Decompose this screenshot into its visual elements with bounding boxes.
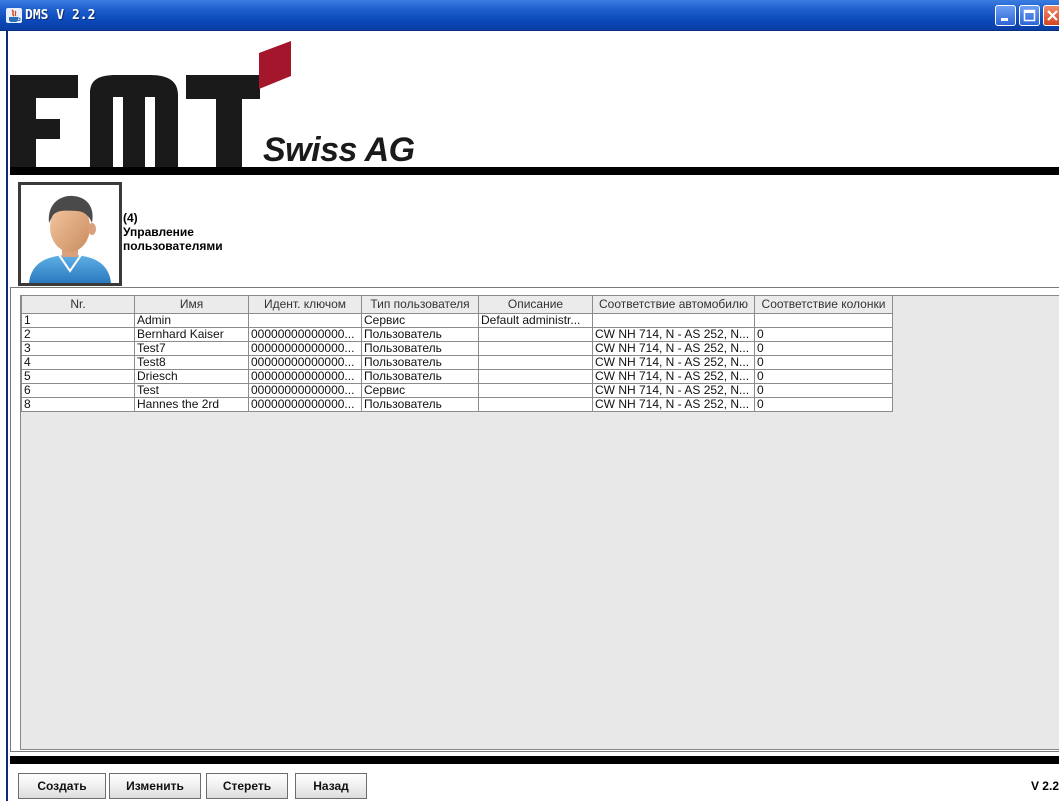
footer-divider bbox=[10, 756, 1059, 764]
column-header-nr[interactable]: Nr. bbox=[21, 296, 135, 314]
cell-user-type: Пользователь bbox=[361, 354, 479, 370]
cell-description bbox=[478, 340, 593, 356]
cell-vehicle-assignment: CW NH 714, N - AS 252, N... bbox=[592, 368, 755, 384]
cell-key-id: 00000000000000... bbox=[248, 382, 362, 398]
cell-vehicle-assignment: CW NH 714, N - AS 252, N... bbox=[592, 382, 755, 398]
cell-key-id: 00000000000000... bbox=[248, 396, 362, 412]
cell-nr: 1 bbox=[21, 312, 135, 328]
cell-vehicle-assignment: CW NH 714, N - AS 252, N... bbox=[592, 340, 755, 356]
cell-key-id bbox=[248, 312, 362, 328]
cell-description bbox=[478, 382, 593, 398]
cell-user-type: Сервис bbox=[361, 382, 479, 398]
logo-subtitle: Swiss AG bbox=[263, 131, 415, 168]
header-divider bbox=[10, 167, 1059, 175]
table-row[interactable]: 1 Admin Сервис Default administr... bbox=[21, 312, 893, 328]
table-row[interactable]: 8 Hannes the 2rd 00000000000000... Польз… bbox=[21, 396, 893, 412]
table-row[interactable]: 4 Test8 00000000000000... Пользователь C… bbox=[21, 354, 893, 370]
cell-pump-assignment: 0 bbox=[754, 396, 893, 412]
delete-button[interactable]: Стереть bbox=[206, 773, 288, 799]
cell-user-type: Пользователь bbox=[361, 368, 479, 384]
user-panel: (4) Управление пользователями bbox=[10, 175, 1059, 287]
table-row[interactable]: 5 Driesch 00000000000000... Пользователь… bbox=[21, 368, 893, 384]
footer-toolbar: Создать Изменить Стереть Назад V 2.2 bbox=[10, 764, 1059, 801]
user-avatar-icon bbox=[21, 185, 119, 283]
cell-user-type: Пользователь bbox=[361, 326, 479, 342]
module-title-line2: пользователями bbox=[123, 239, 223, 253]
cell-name: Test7 bbox=[134, 340, 249, 356]
back-button[interactable]: Назад bbox=[295, 773, 367, 799]
column-header-key-id[interactable]: Идент. ключом bbox=[248, 296, 362, 314]
cell-nr: 4 bbox=[21, 354, 135, 370]
close-icon bbox=[1047, 10, 1058, 21]
window-title: DMS V 2.2 bbox=[25, 8, 96, 23]
minimize-icon bbox=[1001, 18, 1008, 21]
cell-name: Driesch bbox=[134, 368, 249, 384]
users-table-viewport[interactable]: Nr. Имя Идент. ключом Тип пользователя О… bbox=[20, 295, 1059, 750]
cell-description bbox=[478, 396, 593, 412]
module-info: (4) Управление пользователями bbox=[123, 211, 223, 253]
table-row[interactable]: 3 Test7 00000000000000... Пользователь C… bbox=[21, 340, 893, 356]
cell-pump-assignment bbox=[754, 312, 893, 328]
avatar bbox=[18, 182, 122, 286]
table-header-row: Nr. Имя Идент. ключом Тип пользователя О… bbox=[21, 296, 893, 314]
close-button[interactable] bbox=[1043, 5, 1059, 26]
table-row[interactable]: 2 Bernhard Kaiser 00000000000000... Поль… bbox=[21, 326, 893, 342]
cell-name: Test bbox=[134, 382, 249, 398]
cell-pump-assignment: 0 bbox=[754, 340, 893, 356]
users-table-panel: Nr. Имя Идент. ключом Тип пользователя О… bbox=[10, 287, 1059, 752]
cell-nr: 5 bbox=[21, 368, 135, 384]
module-title-line1: Управление bbox=[123, 225, 194, 239]
window-titlebar[interactable]: DMS V 2.2 bbox=[0, 0, 1059, 31]
cell-pump-assignment: 0 bbox=[754, 382, 893, 398]
users-table[interactable]: Nr. Имя Идент. ключом Тип пользователя О… bbox=[21, 296, 893, 412]
create-button[interactable]: Создать bbox=[18, 773, 106, 799]
cell-name: Test8 bbox=[134, 354, 249, 370]
cell-nr: 8 bbox=[21, 396, 135, 412]
cell-vehicle-assignment: CW NH 714, N - AS 252, N... bbox=[592, 326, 755, 342]
cell-name: Admin bbox=[134, 312, 249, 328]
maximize-icon bbox=[1023, 9, 1036, 22]
cell-description bbox=[478, 326, 593, 342]
column-header-description[interactable]: Описание bbox=[478, 296, 593, 314]
column-header-name[interactable]: Имя bbox=[134, 296, 249, 314]
cell-vehicle-assignment: CW NH 714, N - AS 252, N... bbox=[592, 396, 755, 412]
cell-name: Bernhard Kaiser bbox=[134, 326, 249, 342]
module-number: (4) bbox=[123, 211, 138, 225]
cell-nr: 3 bbox=[21, 340, 135, 356]
cell-nr: 2 bbox=[21, 326, 135, 342]
column-header-user-type[interactable]: Тип пользователя bbox=[361, 296, 479, 314]
cell-key-id: 00000000000000... bbox=[248, 368, 362, 384]
version-label: V 2.2 bbox=[1030, 779, 1059, 793]
cell-user-type: Пользователь bbox=[361, 340, 479, 356]
cell-pump-assignment: 0 bbox=[754, 354, 893, 370]
cell-user-type: Сервис bbox=[361, 312, 479, 328]
cell-user-type: Пользователь bbox=[361, 396, 479, 412]
cell-pump-assignment: 0 bbox=[754, 368, 893, 384]
table-row[interactable]: 6 Test 00000000000000... Сервис CW NH 71… bbox=[21, 382, 893, 398]
maximize-button[interactable] bbox=[1019, 5, 1040, 26]
cell-vehicle-assignment bbox=[592, 312, 755, 328]
java-app-icon bbox=[6, 8, 22, 23]
cell-pump-assignment: 0 bbox=[754, 326, 893, 342]
cell-key-id: 00000000000000... bbox=[248, 326, 362, 342]
cell-description bbox=[478, 368, 593, 384]
cell-nr: 6 bbox=[21, 382, 135, 398]
cell-vehicle-assignment: CW NH 714, N - AS 252, N... bbox=[592, 354, 755, 370]
company-header: Swiss AG bbox=[10, 31, 1059, 168]
column-header-vehicle-assignment[interactable]: Соответствие автомобилю bbox=[592, 296, 755, 314]
cell-description: Default administr... bbox=[478, 312, 593, 328]
cell-key-id: 00000000000000... bbox=[248, 340, 362, 356]
edit-button[interactable]: Изменить bbox=[109, 773, 201, 799]
window-frame-left bbox=[0, 31, 8, 801]
minimize-button[interactable] bbox=[995, 5, 1016, 26]
cell-key-id: 00000000000000... bbox=[248, 354, 362, 370]
cell-description bbox=[478, 354, 593, 370]
cell-name: Hannes the 2rd bbox=[134, 396, 249, 412]
column-header-pump-assignment[interactable]: Соответствие колонки bbox=[754, 296, 893, 314]
